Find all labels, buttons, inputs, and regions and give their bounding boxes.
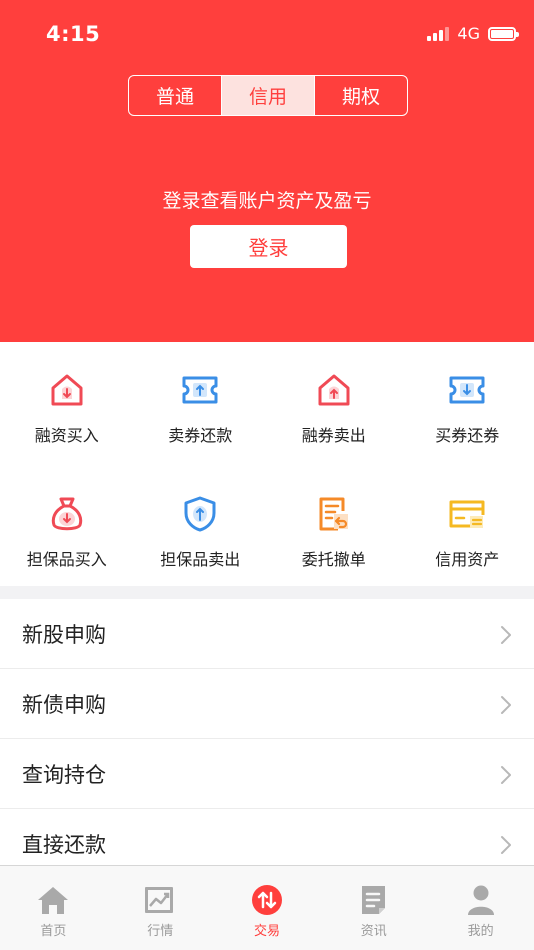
tab-home[interactable]: 首页 <box>0 866 107 950</box>
grid-item-buy-return[interactable]: 买券还券 <box>401 342 534 466</box>
tab-label: 我的 <box>467 924 494 939</box>
list-item-label: 新股申购 <box>22 622 106 647</box>
chevron-right-icon <box>501 626 511 644</box>
list-item-ipo-subscription[interactable]: 新股申购 <box>0 599 534 669</box>
battery-icon <box>488 26 519 41</box>
signal-icon <box>427 26 450 41</box>
grid-label: 信用资产 <box>435 550 500 569</box>
list-item-label: 查询持仓 <box>22 762 106 787</box>
document-return-icon <box>314 494 354 534</box>
list-item-bond-subscription[interactable]: 新债申购 <box>0 669 534 739</box>
function-grid: 融资买入 卖券还款 融券卖出 买券还券 担保品买入 担保品卖出 委托撤单 信用资… <box>0 342 534 586</box>
news-icon <box>357 884 391 916</box>
tab-label: 资讯 <box>360 924 387 939</box>
grid-label: 卖券还款 <box>168 426 233 445</box>
grid-label: 委托撤单 <box>301 550 366 569</box>
chevron-right-icon <box>501 766 511 784</box>
grid-item-collateral-sell[interactable]: 担保品卖出 <box>134 466 268 586</box>
tab-profile[interactable]: 我的 <box>427 866 534 950</box>
tab-news[interactable]: 资讯 <box>320 866 427 950</box>
house-up-icon <box>314 370 354 410</box>
trade-icon <box>250 884 284 916</box>
money-bag-icon <box>47 494 87 534</box>
status-time: 4:15 <box>46 22 101 46</box>
grid-label: 融资买入 <box>34 426 99 445</box>
grid-label: 融券卖出 <box>301 426 366 445</box>
grid-label: 担保品买入 <box>26 550 107 569</box>
tab-label: 首页 <box>40 924 67 939</box>
tab-label: 交易 <box>253 924 280 939</box>
list-item-query-positions[interactable]: 查询持仓 <box>0 739 534 809</box>
list-item-label: 直接还款 <box>22 832 106 857</box>
grid-item-sell-repay[interactable]: 卖券还款 <box>134 342 268 466</box>
grid-item-collateral-buy[interactable]: 担保品买入 <box>0 466 134 586</box>
account-type-switcher: 普通 信用 期权 <box>128 75 408 116</box>
login-prompt: 登录查看账户资产及盈亏 <box>162 190 372 212</box>
ticket-down-icon <box>447 370 487 410</box>
profile-icon <box>464 884 498 916</box>
section-separator <box>0 586 534 599</box>
segment-credit[interactable]: 信用 <box>221 76 314 115</box>
bottom-tab-bar: 首页 行情 交易 资讯 我的 <box>0 865 534 950</box>
network-type: 4G <box>457 24 480 43</box>
login-button[interactable]: 登录 <box>190 225 347 268</box>
segment-normal[interactable]: 普通 <box>129 76 221 115</box>
status-indicators: 4G <box>427 24 519 43</box>
ticket-up-icon <box>180 370 220 410</box>
grid-item-cancel-order[interactable]: 委托撤单 <box>267 466 401 586</box>
chevron-right-icon <box>501 696 511 714</box>
grid-item-short-sell[interactable]: 融券卖出 <box>267 342 401 466</box>
home-icon <box>36 884 70 916</box>
card-icon <box>447 494 487 534</box>
grid-item-margin-buy[interactable]: 融资买入 <box>0 342 134 466</box>
chart-icon <box>143 884 177 916</box>
grid-item-credit-assets[interactable]: 信用资产 <box>401 466 534 586</box>
grid-label: 买券还券 <box>435 426 500 445</box>
status-bar: 4:15 4G <box>0 0 534 68</box>
tab-trade[interactable]: 交易 <box>214 866 321 950</box>
header-banner: 4:15 4G 普通 信用 期权 登录查看账户资产及盈亏 登录 <box>0 0 534 342</box>
tab-market[interactable]: 行情 <box>107 866 214 950</box>
chevron-right-icon <box>501 836 511 854</box>
house-down-icon <box>47 370 87 410</box>
list-item-label: 新债申购 <box>22 692 106 717</box>
menu-list: 新股申购 新债申购 查询持仓 直接还款 <box>0 599 534 879</box>
segment-options[interactable]: 期权 <box>314 76 407 115</box>
tab-label: 行情 <box>147 924 174 939</box>
grid-label: 担保品卖出 <box>160 550 241 569</box>
shield-up-icon <box>180 494 220 534</box>
